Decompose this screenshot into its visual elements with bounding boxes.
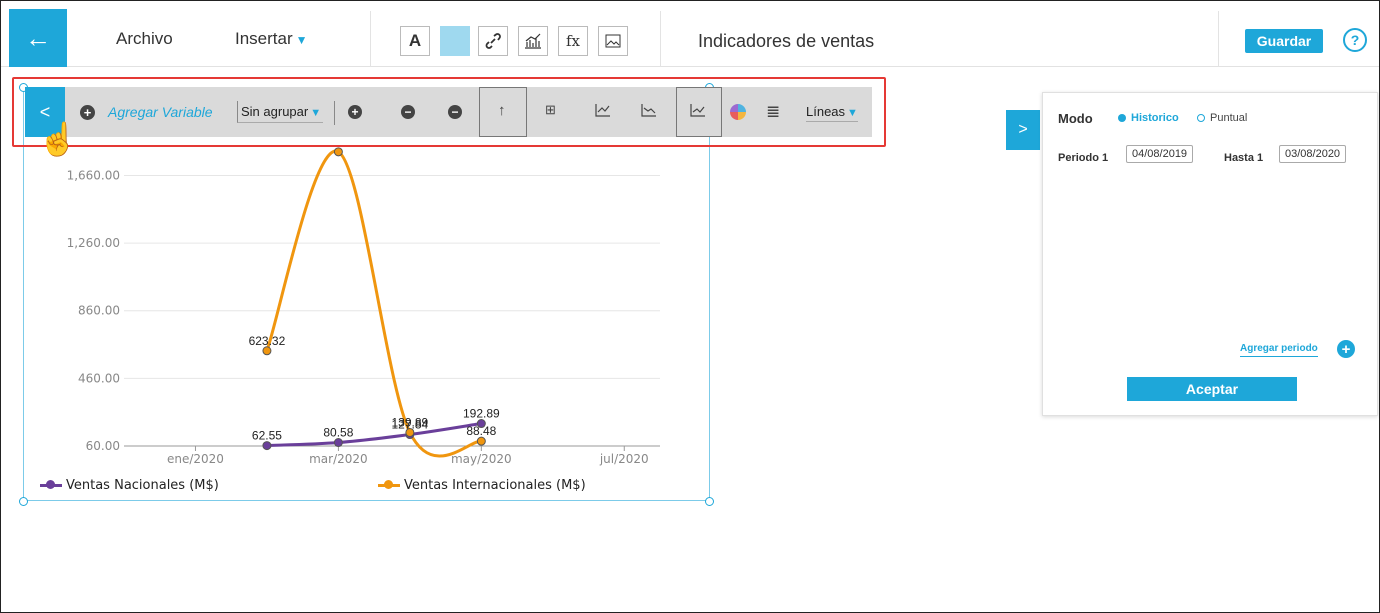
data-point: [262, 441, 272, 451]
line-chart: 60.00 460.00 860.00 1,260.00 1,660.00 ene/202…: [67, 147, 660, 466]
legend-label: Ventas Nacionales (M$): [66, 478, 219, 493]
series-line-1: [265, 149, 482, 458]
image-icon[interactable]: [598, 26, 628, 56]
period-to-field[interactable]: 03/08/2020: [1279, 145, 1347, 163]
help-icon[interactable]: ?: [1343, 28, 1367, 52]
period-panel: Modo Historico Puntual Periodo 1 04/08/2…: [1042, 92, 1378, 416]
data-label: 80.58: [323, 426, 353, 440]
chevron-right-icon: >: [1018, 121, 1028, 138]
y-tick-label: 860.00: [78, 304, 120, 318]
menu-archivo[interactable]: Archivo: [116, 29, 173, 49]
formula-icon[interactable]: fx: [558, 26, 588, 56]
data-point: [262, 346, 272, 356]
color-fill-icon[interactable]: [440, 26, 470, 56]
caret-down-icon: ▼: [295, 33, 308, 47]
side-panel-toggle[interactable]: >: [1006, 110, 1040, 150]
data-label: 623.32: [249, 334, 286, 348]
data-point: [333, 147, 343, 157]
legend-item-internacionales[interactable]: Ventas Internacionales (M$): [378, 478, 586, 493]
period-from-label: Periodo 1: [1058, 152, 1109, 164]
accept-button[interactable]: Aceptar: [1127, 377, 1297, 401]
back-button[interactable]: ←: [9, 9, 67, 67]
mode-label: Modo: [1058, 111, 1093, 126]
chart-icon[interactable]: [518, 26, 548, 56]
menu-insertar[interactable]: Insertar ▼: [235, 29, 308, 49]
series-line-0: [266, 422, 482, 448]
x-tick-label: mar/2020: [309, 452, 368, 466]
data-label: 139.89: [392, 415, 429, 429]
radio-unselected-icon: [1197, 114, 1205, 122]
link-icon[interactable]: [478, 26, 508, 56]
y-tick-label: 60.00: [86, 439, 120, 453]
y-tick-label: 1,260.00: [67, 236, 120, 250]
radio-label: Historico: [1131, 112, 1179, 124]
add-period-icon[interactable]: +: [1337, 340, 1355, 358]
data-point: [476, 436, 486, 446]
highlight-outline: [12, 77, 886, 147]
radio-selected-icon: [1118, 114, 1126, 122]
radio-label: Puntual: [1210, 112, 1248, 124]
y-tick-label: 1,660.00: [67, 168, 120, 182]
save-button[interactable]: Guardar: [1245, 29, 1323, 53]
data-label: 88.48: [466, 424, 496, 438]
x-tick-label: ene/2020: [167, 452, 224, 466]
menu-insertar-label: Insertar: [235, 29, 293, 48]
legend-label: Ventas Internacionales (M$): [404, 478, 586, 493]
document-title: Indicadores de ventas: [698, 31, 875, 51]
legend-marker-icon: [378, 480, 400, 489]
divider: [1218, 11, 1219, 67]
x-tick-label: jul/2020: [599, 452, 649, 466]
x-tick-label: may/2020: [451, 452, 512, 466]
legend-marker-icon: [40, 480, 62, 489]
mode-radio-puntual[interactable]: Puntual: [1197, 112, 1247, 124]
divider: [370, 11, 371, 67]
back-arrow-icon: ←: [25, 22, 51, 53]
divider: [660, 11, 661, 67]
period-to-label: Hasta 1: [1224, 152, 1264, 164]
y-tick-label: 460.00: [78, 371, 120, 385]
top-bar: ← Archivo Insertar ▼ A fx Indicadores de …: [1, 1, 1379, 67]
hand-pointer-icon: ☝: [38, 121, 78, 157]
data-label: 192.89: [463, 407, 500, 421]
data-point: [405, 427, 415, 437]
data-label: 62.55: [252, 429, 282, 443]
data-point: [333, 438, 343, 448]
mode-radio-historico[interactable]: Historico: [1118, 112, 1179, 124]
period-from-field[interactable]: 04/08/2019: [1126, 145, 1194, 163]
legend-item-nacionales[interactable]: Ventas Nacionales (M$): [40, 478, 219, 493]
text-icon[interactable]: A: [400, 26, 430, 56]
add-period-link[interactable]: Agregar periodo: [1240, 343, 1318, 357]
